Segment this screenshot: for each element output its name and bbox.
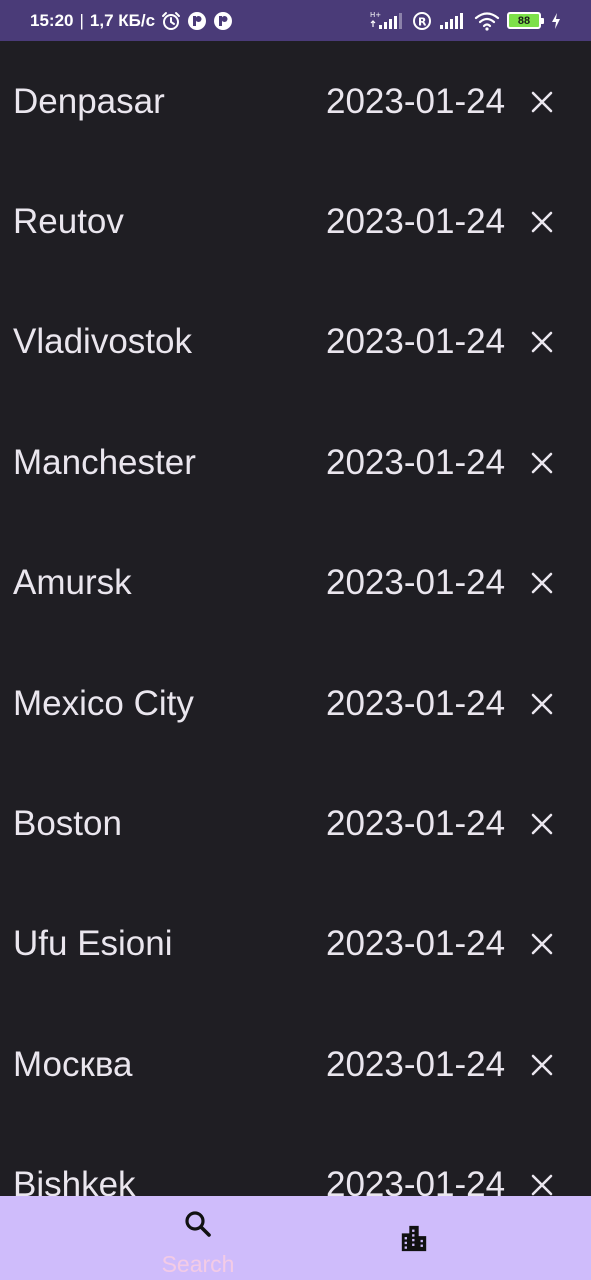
item-date: 2023-01-24 — [326, 82, 506, 121]
city-name: Reutov — [13, 202, 124, 241]
city-name: Denpasar — [13, 82, 165, 121]
remove-button[interactable] — [526, 928, 558, 960]
item-date: 2023-01-24 — [326, 443, 506, 482]
status-time: 15:20 — [30, 10, 74, 30]
list-item[interactable]: Mexico City 2023-01-24 — [0, 643, 591, 763]
city-name: Bishkek — [13, 1165, 136, 1196]
close-icon — [531, 452, 553, 474]
bottom-navigation: Search — [0, 1196, 591, 1280]
close-icon — [531, 211, 553, 233]
city-name: Москва — [13, 1045, 133, 1084]
list-item[interactable]: Москва 2023-01-24 — [0, 1004, 591, 1124]
list-item[interactable]: Bishkek 2023-01-24 — [0, 1124, 591, 1196]
item-date: 2023-01-24 — [326, 322, 506, 361]
battery-icon: 88 — [507, 12, 544, 29]
remove-button[interactable] — [526, 808, 558, 840]
charging-icon — [551, 12, 561, 29]
close-icon — [531, 813, 553, 835]
registered-icon: R — [412, 11, 432, 31]
remove-button[interactable] — [526, 86, 558, 118]
item-date: 2023-01-24 — [326, 1045, 506, 1084]
item-date: 2023-01-24 — [326, 563, 506, 602]
close-icon — [531, 572, 553, 594]
list-item[interactable]: Boston 2023-01-24 — [0, 763, 591, 883]
close-icon — [531, 331, 553, 353]
app-notification-icon — [213, 11, 233, 31]
city-icon — [401, 1225, 427, 1252]
status-bar-left: 15:20 | 1,7 КБ/с — [30, 0, 233, 41]
item-date: 2023-01-24 — [326, 1165, 506, 1196]
status-bar-right: H+ R 88 — [369, 0, 561, 41]
svg-text:R: R — [418, 15, 427, 28]
cell-signal-icon — [439, 11, 467, 31]
close-icon — [531, 91, 553, 113]
close-icon — [531, 1054, 553, 1076]
svg-text:H+: H+ — [370, 11, 381, 19]
remove-button[interactable] — [526, 447, 558, 479]
search-icon — [185, 1211, 211, 1237]
nav-item-cities[interactable] — [313, 1196, 513, 1280]
list-item[interactable]: Manchester 2023-01-24 — [0, 402, 591, 522]
item-date: 2023-01-24 — [326, 202, 506, 241]
app-notification-icon — [187, 11, 207, 31]
list-item[interactable]: Reutov 2023-01-24 — [0, 161, 591, 281]
history-list[interactable]: Denpasar 2023-01-24 Reutov 2023-01-24 Vl… — [0, 41, 591, 1196]
remove-button[interactable] — [526, 326, 558, 358]
status-network-speed: 1,7 КБ/с — [89, 10, 156, 30]
close-icon — [531, 1174, 553, 1196]
remove-button[interactable] — [526, 567, 558, 599]
status-bar: 15:20 | 1,7 КБ/с H+ R 88 — [0, 0, 591, 41]
battery-tip — [541, 17, 544, 24]
item-date: 2023-01-24 — [326, 684, 506, 723]
status-separator: | — [79, 10, 84, 30]
wifi-icon — [474, 11, 500, 31]
item-date: 2023-01-24 — [326, 804, 506, 843]
list-item[interactable]: Denpasar 2023-01-24 — [0, 41, 591, 161]
city-name: Vladivostok — [13, 322, 192, 361]
list-item[interactable]: Ufu Esioni 2023-01-24 — [0, 883, 591, 1003]
remove-button[interactable] — [526, 688, 558, 720]
remove-button[interactable] — [526, 206, 558, 238]
nav-item-search-label: Search — [161, 1251, 235, 1277]
city-name: Mexico City — [13, 684, 194, 723]
battery-level: 88 — [507, 12, 541, 29]
list-item[interactable]: Vladivostok 2023-01-24 — [0, 281, 591, 401]
alarm-icon — [161, 11, 181, 31]
city-name: Amursk — [13, 563, 132, 602]
hplus-signal-icon: H+ — [369, 10, 405, 32]
close-icon — [531, 933, 553, 955]
remove-button[interactable] — [526, 1169, 558, 1196]
item-date: 2023-01-24 — [326, 924, 506, 963]
nav-item-search[interactable]: Search — [98, 1196, 298, 1280]
list-item[interactable]: Amursk 2023-01-24 — [0, 522, 591, 642]
remove-button[interactable] — [526, 1049, 558, 1081]
close-icon — [531, 693, 553, 715]
city-name: Ufu Esioni — [13, 924, 173, 963]
city-name: Manchester — [13, 443, 196, 482]
city-name: Boston — [13, 804, 122, 843]
